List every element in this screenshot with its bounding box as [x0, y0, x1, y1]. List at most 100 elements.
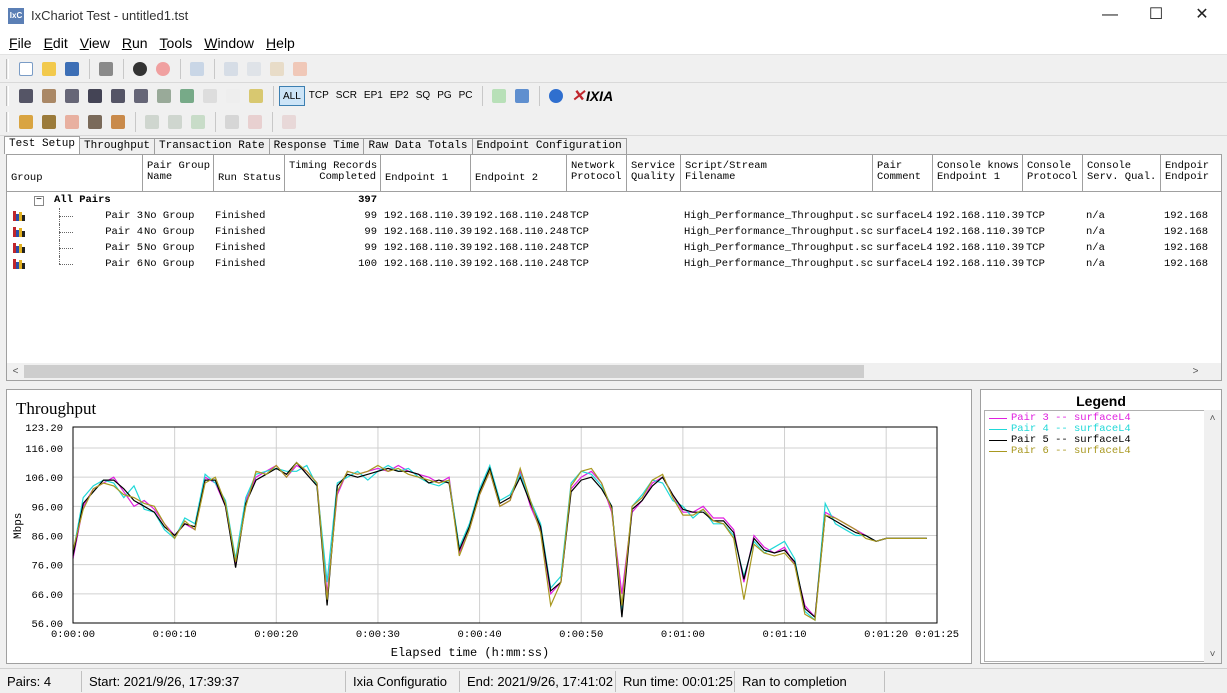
tool9-button[interactable]	[221, 111, 243, 133]
info-button[interactable]	[545, 85, 567, 107]
sort-button[interactable]	[245, 85, 267, 107]
col-pair-comment[interactable]: Pair Comment	[873, 155, 933, 192]
menu-edit[interactable]: Edit	[38, 35, 74, 51]
scroll-down-icon[interactable]: ˅	[1204, 646, 1221, 663]
copy-button[interactable]	[243, 58, 265, 80]
col-pair-group-name[interactable]: Pair Group Name	[143, 155, 214, 192]
col-timing-records[interactable]: Timing Records Completed	[285, 155, 381, 192]
close-button[interactable]: ✕	[1179, 0, 1225, 31]
edit-script-button[interactable]	[176, 85, 198, 107]
tool8-button[interactable]	[187, 111, 209, 133]
tool3-button[interactable]	[61, 111, 83, 133]
print-button[interactable]	[95, 58, 117, 80]
new-file-button[interactable]	[15, 58, 37, 80]
tool4-button[interactable]	[84, 111, 106, 133]
col-service-quality[interactable]: Service Quality	[627, 155, 681, 192]
toolbar-grip[interactable]	[6, 86, 9, 106]
scroll-up-icon[interactable]: ˄	[1204, 410, 1221, 427]
delete-button[interactable]	[289, 58, 311, 80]
tool5-button[interactable]	[107, 111, 129, 133]
add-hardware-pair-button[interactable]	[84, 85, 106, 107]
toolbar-grip[interactable]	[6, 59, 9, 79]
tool1-button[interactable]	[15, 111, 37, 133]
horizontal-scrollbar[interactable]: < >	[7, 363, 1221, 380]
filter-scr-button[interactable]: SCR	[333, 86, 360, 106]
run-button[interactable]	[129, 58, 151, 80]
replicate-button[interactable]	[222, 85, 244, 107]
col-console-protocol[interactable]: Console Protocol	[1023, 155, 1083, 192]
tab-endpoint-configuration[interactable]: Endpoint Configuration	[471, 138, 627, 154]
tool11-button[interactable]	[278, 111, 300, 133]
tool2-button[interactable]	[38, 111, 60, 133]
scroll-right-icon[interactable]: >	[1187, 363, 1204, 380]
maximize-button[interactable]: ☐	[1133, 0, 1179, 31]
filter-all-button[interactable]: ALL	[279, 86, 305, 106]
col-console-serv-qual[interactable]: Console Serv. Qual.	[1083, 155, 1161, 192]
toolbar-separator	[215, 112, 216, 132]
tab-throughput[interactable]: Throughput	[79, 138, 156, 154]
refresh-button[interactable]	[186, 58, 208, 80]
menu-help[interactable]: Help	[260, 35, 301, 51]
col-run-status[interactable]: Run Status	[214, 155, 285, 192]
legend-label: Pair 6 -- surfaceL4	[1011, 445, 1131, 457]
menu-view[interactable]: View	[74, 35, 116, 51]
tool10-button[interactable]	[244, 111, 266, 133]
tab-raw-data-totals[interactable]: Raw Data Totals	[363, 138, 473, 154]
save-button[interactable]	[61, 58, 83, 80]
table-row[interactable]: Pair 5 No Group Finished 99 192.168.110.39 19…	[7, 240, 1221, 256]
add-video-pair-button[interactable]	[130, 85, 152, 107]
col-console-knows[interactable]: Console knows Endpoint 1	[933, 155, 1023, 192]
edit-button[interactable]	[153, 85, 175, 107]
scroll-thumb[interactable]	[24, 365, 864, 378]
renumber-button[interactable]	[199, 85, 221, 107]
cell-endpoint1: 192.168.110.39	[384, 210, 473, 222]
col-script[interactable]: Script/Stream Filename	[681, 155, 873, 192]
col-endpoint-cut[interactable]: Endpoir Endpoir	[1161, 155, 1221, 192]
all-pairs-row[interactable]: − All Pairs 397	[7, 192, 1221, 208]
menu-run[interactable]: Run	[116, 35, 154, 51]
cut-button[interactable]	[220, 58, 242, 80]
open-file-button[interactable]	[38, 58, 60, 80]
legend-item[interactable]: Pair 6 -- surfaceL4	[989, 446, 1131, 457]
col-endpoint1[interactable]: Endpoint 1	[381, 155, 471, 192]
filter-ep1-button[interactable]: EP1	[361, 86, 386, 106]
tool6-button[interactable]	[141, 111, 163, 133]
legend-scrollbar[interactable]: ˄ ˅	[1204, 410, 1221, 663]
y-tick-label: 116.00	[25, 444, 63, 456]
add-voip-pair-button[interactable]	[107, 85, 129, 107]
col-endpoint2[interactable]: Endpoint 2	[471, 155, 567, 192]
minimize-button[interactable]: —	[1087, 0, 1133, 31]
panel-splitter[interactable]	[0, 382, 1227, 388]
menu-window[interactable]: Window	[198, 35, 260, 51]
scroll-left-icon[interactable]: <	[7, 363, 24, 380]
cell-timing-records: 99	[364, 242, 377, 254]
x-tick-label: 0:00:20	[254, 629, 298, 641]
tab-test-setup[interactable]: Test Setup	[4, 136, 81, 154]
table-row[interactable]: Pair 4 No Group Finished 99 192.168.110.39 19…	[7, 224, 1221, 240]
col-group[interactable]: Group	[7, 155, 143, 192]
stop-button[interactable]	[152, 58, 174, 80]
toolbar-grip[interactable]	[6, 112, 9, 132]
export-button[interactable]	[488, 85, 510, 107]
menu-tools[interactable]: Tools	[154, 35, 199, 51]
table-row[interactable]: Pair 3 No Group Finished 99 192.168.110.39 19…	[7, 208, 1221, 224]
status-bar: Pairs: 4 Start: 2021/9/26, 17:39:37 Ixia…	[0, 668, 1227, 693]
paste-button[interactable]	[266, 58, 288, 80]
tool7-button[interactable]	[164, 111, 186, 133]
menu-file[interactable]: File	[3, 35, 38, 51]
filter-pc-button[interactable]: PC	[456, 86, 476, 106]
filter-tcp-button[interactable]: TCP	[306, 86, 332, 106]
tab-transaction-rate[interactable]: Transaction Rate	[154, 138, 270, 154]
filter-ep2-button[interactable]: EP2	[387, 86, 412, 106]
menu-accelerator: T	[159, 34, 167, 51]
add-multicast-button[interactable]	[38, 85, 60, 107]
col-network-protocol[interactable]: Network Protocol	[567, 155, 627, 192]
add-pair-button[interactable]	[15, 85, 37, 107]
collapse-icon[interactable]: −	[34, 196, 44, 206]
save-results-button[interactable]	[511, 85, 533, 107]
add-group-button[interactable]	[61, 85, 83, 107]
table-row[interactable]: Pair 6 No Group Finished 100 192.168.110.39 1…	[7, 256, 1221, 272]
tab-response-time[interactable]: Response Time	[268, 138, 365, 154]
filter-sq-button[interactable]: SQ	[413, 86, 433, 106]
filter-pg-button[interactable]: PG	[434, 86, 454, 106]
